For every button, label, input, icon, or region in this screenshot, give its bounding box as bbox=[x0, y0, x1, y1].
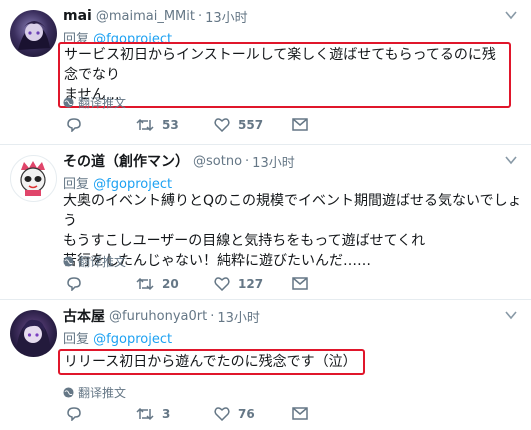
retweet-icon bbox=[136, 118, 154, 131]
reply-icon bbox=[67, 277, 81, 291]
retweet-count: 3 bbox=[162, 406, 171, 421]
tweet-actions: 3 76 bbox=[66, 406, 308, 421]
envelope-icon bbox=[292, 407, 308, 420]
direct-message-button[interactable] bbox=[292, 277, 308, 290]
retweet-button[interactable]: 53 bbox=[136, 118, 214, 132]
separator-dot: · bbox=[245, 153, 250, 169]
tweet-text: リリース初日から遊んでたのに残念です（泣） bbox=[58, 349, 365, 375]
reply-icon bbox=[67, 118, 81, 132]
retweet-count: 20 bbox=[162, 276, 179, 291]
avatar[interactable] bbox=[10, 310, 57, 357]
tweet-header: 古本屋 @furuhonya0rt · 13小时 bbox=[63, 306, 491, 326]
user-handle[interactable]: @sotno bbox=[193, 154, 242, 169]
like-count: 76 bbox=[238, 406, 255, 421]
tweet-actions: 20 127 bbox=[66, 276, 308, 291]
tweet[interactable]: 古本屋 @furuhonya0rt · 13小时 回复 @fgoproject … bbox=[0, 300, 531, 430]
timestamp[interactable]: 13小时 bbox=[217, 307, 260, 326]
tweet[interactable]: その道（創作マン） @sotno · 13小时 回复 @fgoproject 大… bbox=[0, 145, 531, 300]
retweet-icon bbox=[136, 277, 154, 290]
globe-icon bbox=[63, 97, 74, 108]
tweet-text-line: サービス初日からインストールして楽しく遊ばせてもらってるのに残念でなり bbox=[64, 47, 496, 83]
reply-context: 回复 @fgoproject bbox=[63, 328, 172, 347]
tweet-text: 大奥のイベント縛りとQのこの規模でイベント期間遊ばせる気ないでしょう もうすこし… bbox=[63, 191, 531, 271]
reply-context: 回复 @fgoproject bbox=[63, 173, 172, 192]
avatar-image bbox=[20, 161, 46, 196]
like-button[interactable]: 76 bbox=[214, 406, 292, 421]
globe-icon bbox=[63, 387, 74, 398]
reply-mention-link[interactable]: @fgoproject bbox=[93, 177, 172, 192]
separator-dot: · bbox=[197, 8, 203, 24]
chevron-down-icon[interactable] bbox=[505, 155, 517, 165]
reply-mention-link[interactable]: @fgoproject bbox=[93, 332, 172, 347]
like-button[interactable]: 557 bbox=[214, 117, 292, 132]
heart-icon bbox=[214, 118, 230, 132]
reply-prefix: 回复 bbox=[63, 177, 90, 192]
separator-dot: · bbox=[210, 308, 215, 324]
translate-label: 翻译推文 bbox=[78, 96, 127, 110]
like-count: 557 bbox=[238, 117, 264, 132]
globe-icon bbox=[63, 256, 74, 267]
envelope-icon bbox=[292, 118, 308, 131]
avatar[interactable] bbox=[10, 10, 57, 57]
reply-button[interactable] bbox=[66, 276, 136, 291]
reply-prefix: 回复 bbox=[63, 332, 90, 347]
tweet[interactable]: mai @maimai_MMit · 13小时 回复 @fgoproject サ… bbox=[0, 0, 531, 145]
heart-icon bbox=[214, 407, 230, 421]
reply-button[interactable] bbox=[66, 117, 136, 132]
like-button[interactable]: 127 bbox=[214, 276, 292, 291]
chevron-down-icon[interactable] bbox=[505, 10, 517, 20]
tweet-header: その道（創作マン） @sotno · 13小时 bbox=[63, 151, 491, 171]
direct-message-button[interactable] bbox=[292, 407, 308, 420]
avatar-image bbox=[16, 319, 51, 354]
display-name[interactable]: 古本屋 bbox=[63, 306, 105, 326]
tweet-text-line: 大奥のイベント縛りとQのこの規模でイベント期間遊ばせる気ないでしょう bbox=[63, 193, 522, 229]
chevron-down-icon[interactable] bbox=[505, 310, 517, 320]
timestamp[interactable]: 13小时 bbox=[252, 152, 295, 171]
retweet-icon bbox=[136, 407, 154, 420]
tweet-text-line: もうすこしユーザーの目線と気持ちをもって遊ばせてくれ bbox=[63, 233, 426, 249]
envelope-icon bbox=[292, 277, 308, 290]
heart-icon bbox=[214, 277, 230, 291]
user-handle[interactable]: @maimai_MMit bbox=[96, 9, 195, 24]
tweet-text-line: 苦行をしたんじゃない！純粋に遊びたいんだ…… bbox=[63, 253, 371, 269]
tweet-text-line: ません… bbox=[64, 87, 120, 103]
retweet-button[interactable]: 3 bbox=[136, 407, 214, 421]
tweet-actions: 53 557 bbox=[66, 117, 308, 132]
translate-label: 翻译推文 bbox=[78, 386, 127, 400]
translate-link[interactable]: 翻译推文 bbox=[63, 384, 126, 401]
avatar[interactable] bbox=[10, 155, 57, 202]
reply-button[interactable] bbox=[66, 406, 136, 421]
direct-message-button[interactable] bbox=[292, 118, 308, 131]
display-name[interactable]: その道（創作マン） bbox=[63, 151, 189, 171]
timestamp[interactable]: 13小时 bbox=[205, 7, 248, 26]
like-count: 127 bbox=[238, 276, 264, 291]
tweet-text-line: リリース初日から遊んでたのに残念です（泣） bbox=[64, 354, 357, 370]
avatar-image bbox=[18, 21, 50, 50]
translate-link[interactable]: 翻译推文 bbox=[63, 253, 126, 270]
retweet-count: 53 bbox=[162, 117, 179, 132]
user-handle[interactable]: @furuhonya0rt bbox=[109, 309, 207, 324]
display-name[interactable]: mai bbox=[63, 8, 92, 24]
translate-label: 翻译推文 bbox=[78, 255, 127, 269]
retweet-button[interactable]: 20 bbox=[136, 277, 214, 291]
reply-icon bbox=[67, 407, 81, 421]
translate-link[interactable]: 翻译推文 bbox=[63, 94, 126, 111]
tweet-header: mai @maimai_MMit · 13小时 bbox=[63, 6, 491, 26]
